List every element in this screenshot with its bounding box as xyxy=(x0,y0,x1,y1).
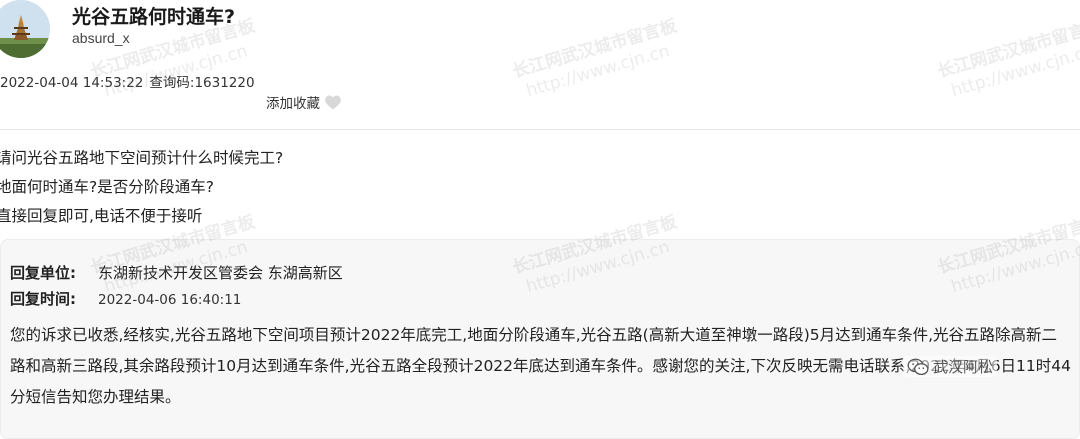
wechat-account-name: 武汉阿松 xyxy=(933,358,994,376)
watermark-url: http://www.cjn.cn xyxy=(102,41,250,102)
avatar[interactable] xyxy=(0,0,50,58)
watermark-url: http://www.cjn.cn xyxy=(949,41,1080,102)
add-favorite-label: 添加收藏 xyxy=(266,96,320,112)
post-datetime: 2022-04-04 14:53:22 xyxy=(0,75,144,91)
reply-time-label: 回复时间: xyxy=(10,290,76,308)
question-line: 直接回复即可,电话不便于接听 xyxy=(0,207,203,225)
heart-icon xyxy=(325,95,341,110)
divider xyxy=(0,129,1080,130)
question-body: 请问光谷五路地下空间预计什么时候完工? 地面何时通车?是否分阶段通车? 直接回复… xyxy=(0,144,283,231)
author-name[interactable]: absurd_x xyxy=(72,30,130,46)
post-title: 光谷五路何时通车? xyxy=(72,6,236,28)
question-line: 请问光谷五路地下空间预计什么时候完工? xyxy=(0,149,284,167)
reply-time-row: 回复时间: 2022-04-06 16:40:11 xyxy=(10,288,241,309)
reply-panel: 回复单位: 东湖新技术开发区管委会 东湖高新区 回复时间: 2022-04-06… xyxy=(0,239,1080,439)
watermark-text: 长江网武汉城市留言板 xyxy=(935,16,1080,83)
question-line: 地面何时通车?是否分阶段通车? xyxy=(0,178,214,196)
watermark: 长江网武汉城市留言板 http://www.cjn.cn xyxy=(510,15,686,104)
query-code-label: 查询码: xyxy=(149,75,195,91)
query-code: 1631220 xyxy=(194,75,255,91)
reply-unit-value: 东湖新技术开发区管委会 东湖高新区 xyxy=(98,264,343,282)
watermark: 长江网武汉城市留言板 http://www.cjn.cn xyxy=(935,15,1080,104)
reply-unit-row: 回复单位: 东湖新技术开发区管委会 东湖高新区 xyxy=(10,262,343,283)
reply-unit-label: 回复单位: xyxy=(10,264,76,282)
watermark-text: 长江网武汉城市留言板 xyxy=(510,16,680,83)
wechat-overlay: 武汉阿松 xyxy=(903,356,998,377)
reply-time-value: 2022-04-06 16:40:11 xyxy=(98,292,242,308)
wechat-icon xyxy=(907,358,929,375)
watermark-url: http://www.cjn.cn xyxy=(524,41,672,102)
avatar-image xyxy=(0,0,50,58)
add-favorite-button[interactable]: 添加收藏 xyxy=(266,92,342,112)
post-meta: 2022-04-04 14:53:22 查询码:1631220 xyxy=(0,71,255,91)
